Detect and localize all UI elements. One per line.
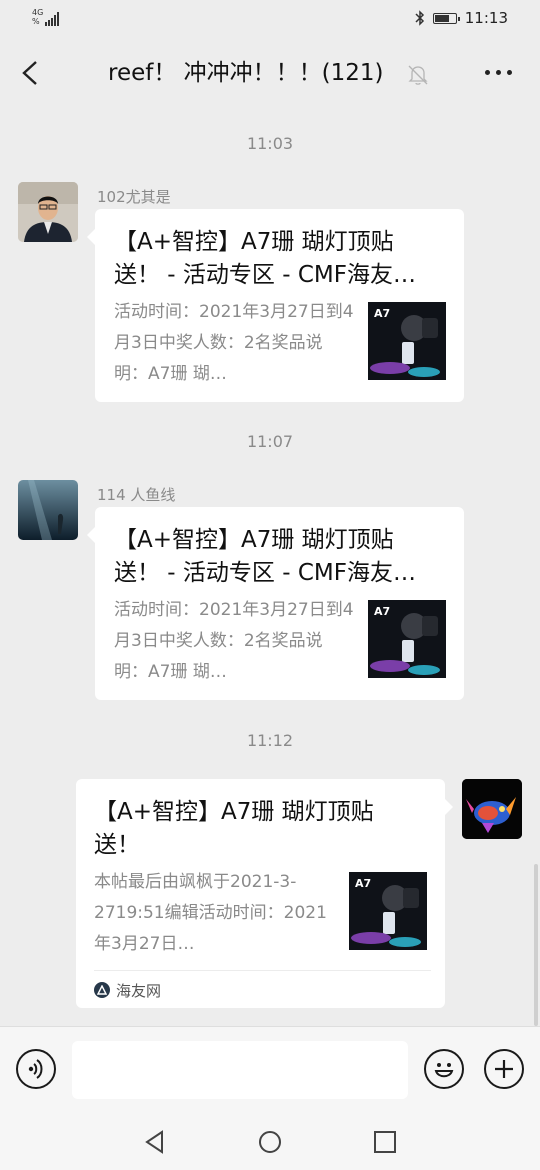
voice-icon[interactable] (16, 1049, 56, 1089)
timestamp: 11:07 (246, 432, 294, 451)
thumb-label: A7 (355, 877, 371, 890)
card-source: 海友网 (94, 970, 431, 1009)
card-description: 活动时间：2021年3月27日到4月3日中奖人数：2名奖品说明：A7珊 瑚… (114, 600, 354, 682)
card-description: 本帖最后由飒枫于2021-3-2719:51编辑活动时间：2021年3月27日… (94, 872, 327, 954)
emoji-icon[interactable] (424, 1049, 464, 1089)
link-card[interactable]: 【A+智控】A7珊 瑚灯顶贴送！ - 活动专区 - CMF海友… 活动时间：20… (87, 209, 464, 402)
network-type: 4G (32, 8, 44, 17)
avatar[interactable] (18, 182, 78, 242)
sender-name: 102尤其是 (97, 188, 171, 206)
chat-title: reef！ 冲冲冲！！！(121) (108, 60, 384, 86)
card-thumbnail: A7 (349, 872, 427, 950)
bluetooth-icon (415, 10, 424, 26)
nav-recent-icon[interactable] (372, 1129, 398, 1155)
nav-back-icon[interactable] (142, 1129, 168, 1155)
link-card[interactable]: 【A+智控】A7珊 瑚灯顶贴送！ - 活动专区 - CMF海友… 活动时间：20… (87, 507, 464, 700)
battery-icon (432, 12, 460, 24)
card-thumbnail: A7 (368, 600, 446, 678)
status-bar: 4G % 11:13 (0, 0, 540, 38)
source-label: 海友网 (116, 981, 162, 1000)
thumb-label: A7 (374, 605, 390, 618)
message-input[interactable] (72, 1041, 408, 1099)
back-icon[interactable] (18, 58, 46, 88)
card-title: 【A+智控】A7珊 瑚灯顶贴送！ - 活动专区 - CMF海友… (114, 527, 416, 586)
sender-name: 114 人鱼线 (97, 486, 176, 504)
more-icon[interactable] (485, 70, 512, 75)
chat-header: reef！ 冲冲冲！！！(121) (0, 38, 540, 108)
avatar[interactable] (462, 779, 522, 839)
card-thumbnail: A7 (368, 302, 446, 380)
system-nav-bar (0, 1113, 540, 1170)
link-card[interactable]: 【A+智控】A7珊 瑚灯顶贴送！ 本帖最后由飒枫于2021-3-2719:51编… (76, 779, 453, 1009)
timestamp: 11:03 (246, 134, 294, 153)
signal-icon (45, 12, 60, 26)
plus-icon[interactable] (484, 1049, 524, 1089)
source-logo-icon (94, 982, 110, 998)
card-description: 活动时间：2021年3月27日到4月3日中奖人数：2名奖品说明：A7珊 瑚… (114, 302, 354, 384)
timestamp: 11:12 (246, 731, 294, 750)
avatar[interactable] (18, 480, 78, 540)
signal-indicator: 4G % (32, 8, 60, 26)
scrollbar[interactable] (534, 864, 538, 1026)
input-bar (0, 1026, 540, 1114)
nav-home-icon[interactable] (257, 1129, 283, 1155)
network-sub: % (32, 17, 40, 26)
thumb-label: A7 (374, 307, 390, 320)
mute-bell-icon (408, 65, 428, 85)
card-title: 【A+智控】A7珊 瑚灯顶贴送！ - 活动专区 - CMF海友… (114, 229, 416, 288)
card-title: 【A+智控】A7珊 瑚灯顶贴送！ (94, 799, 374, 858)
clock: 11:13 (464, 9, 508, 27)
